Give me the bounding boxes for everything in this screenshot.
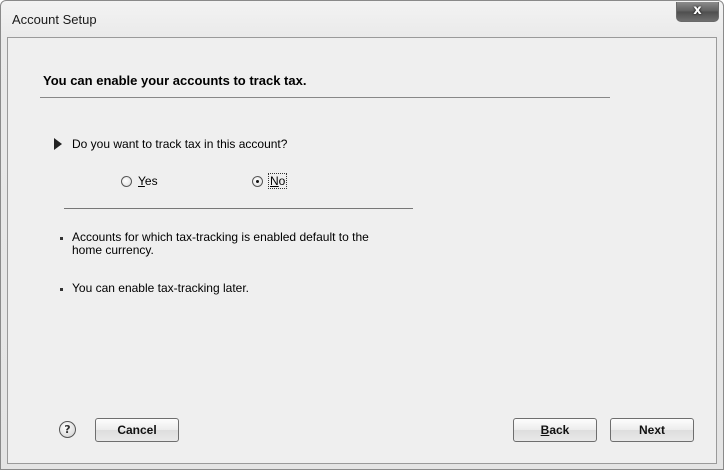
note-enable-later: You can enable tax-tracking later. <box>72 281 250 295</box>
next-button[interactable]: Next <box>610 418 694 442</box>
back-label-rest: ack <box>549 423 570 437</box>
heading-divider <box>40 97 610 98</box>
radio-no[interactable]: No <box>252 173 288 189</box>
arrow-right-icon <box>54 138 62 150</box>
radio-no-label[interactable]: No <box>267 173 288 189</box>
question-text: Do you want to track tax in this account… <box>72 137 288 151</box>
note-currency: Accounts for which tax-tracking is enabl… <box>72 230 369 257</box>
radio-yes-label[interactable]: Yes <box>138 174 158 188</box>
radio-no-circle[interactable] <box>252 175 263 187</box>
bullet-icon <box>60 237 63 240</box>
help-icon[interactable]: ? <box>59 421 76 438</box>
radio-yes[interactable]: Yes <box>121 174 158 188</box>
account-setup-window: Account Setup x You can enable your acco… <box>0 0 724 470</box>
back-button[interactable]: Back <box>513 418 597 442</box>
page-heading: You can enable your accounts to track ta… <box>43 73 307 88</box>
bullet-icon <box>60 288 63 291</box>
title-bar[interactable]: Account Setup x <box>1 1 723 37</box>
radio-yes-circle[interactable] <box>121 175 132 187</box>
back-mnemonic: B <box>540 423 550 437</box>
close-icon: x <box>693 3 702 18</box>
cancel-button[interactable]: Cancel <box>95 418 179 442</box>
window-title: Account Setup <box>12 12 97 27</box>
section-divider <box>64 208 413 209</box>
close-button[interactable]: x <box>676 2 719 22</box>
